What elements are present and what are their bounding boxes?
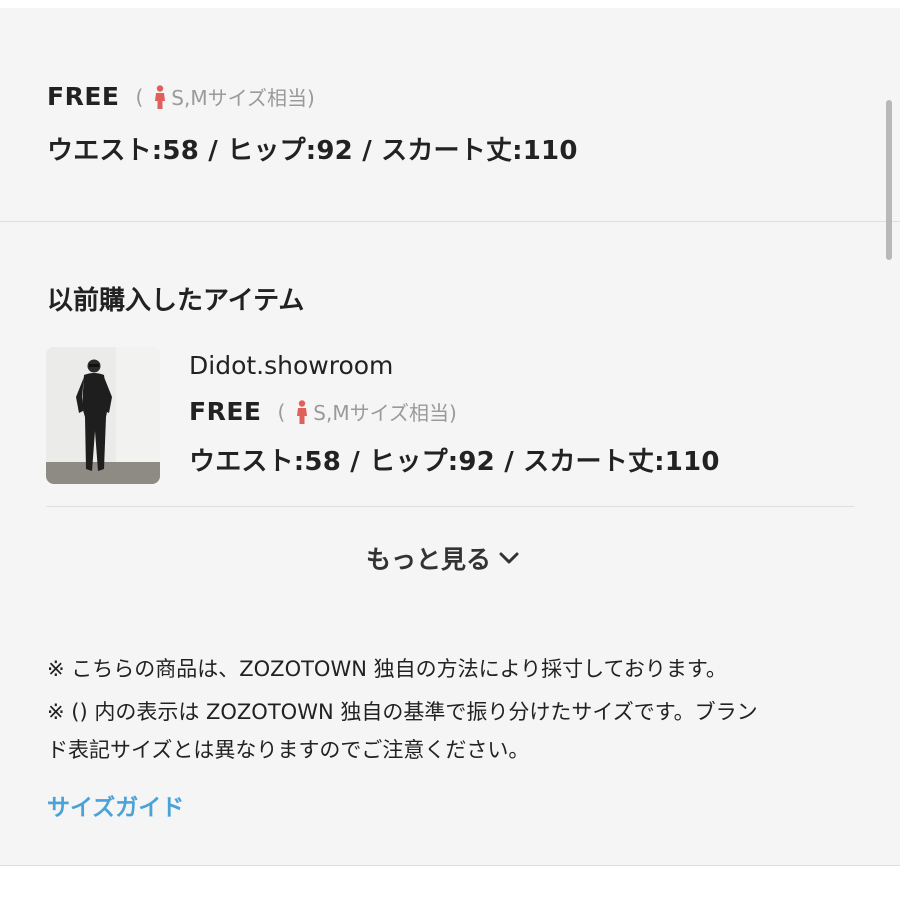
size-equivalent: ( S,Mサイズ相当) (135, 82, 314, 111)
list-divider (46, 506, 854, 507)
item-size-row: FREE ( S,Mサイズ相当) (189, 397, 457, 426)
size-guide-link[interactable]: サイズガイド (47, 788, 184, 822)
person-icon (297, 399, 308, 424)
item-size-hint-open: ( (277, 399, 286, 424)
item-size-equivalent: ( S,Mサイズ相当) (277, 397, 456, 426)
section-divider (0, 221, 900, 222)
size-hint-text: S,Mサイズ相当) (171, 86, 315, 110)
current-size-row: FREE ( S,Mサイズ相当) (47, 82, 315, 111)
item-thumbnail[interactable] (46, 347, 160, 484)
chevron-down-icon (499, 552, 519, 564)
person-icon (155, 84, 166, 109)
size-name: FREE (47, 82, 120, 111)
show-more-button[interactable]: もっと見る (366, 540, 519, 576)
scrollbar-thumb[interactable] (886, 100, 892, 260)
item-measurements: ウエスト:58 / ヒップ:92 / スカート丈:110 (189, 447, 720, 477)
show-more-label: もっと見る (366, 545, 492, 574)
note-size-classification: ※ () 内の表示は ZOZOTOWN 独自の基準で振り分けたサイズです。ブラン (47, 700, 758, 724)
item-brand: Didot.showroom (189, 351, 394, 380)
item-size-hint-text: S,Mサイズ相当) (313, 401, 457, 425)
size-info-panel: FREE ( S,Mサイズ相当) ウエスト:58 / ヒップ:92 / スカート… (0, 0, 900, 900)
bottom-area (0, 866, 900, 900)
note-measurement-method: ※ こちらの商品は、ZOZOTOWN 独自の方法により採寸しております。 (47, 657, 727, 681)
current-measurements: ウエスト:58 / ヒップ:92 / スカート丈:110 (47, 136, 578, 166)
top-strip (0, 0, 900, 8)
previous-items-title: 以前購入したアイテム (47, 286, 305, 316)
item-photo (46, 347, 160, 484)
item-size-name: FREE (189, 397, 262, 426)
size-hint-open: ( (135, 84, 144, 109)
note-size-classification-cont: ド表記サイズとは異なりますのでご注意ください。 (47, 738, 530, 762)
